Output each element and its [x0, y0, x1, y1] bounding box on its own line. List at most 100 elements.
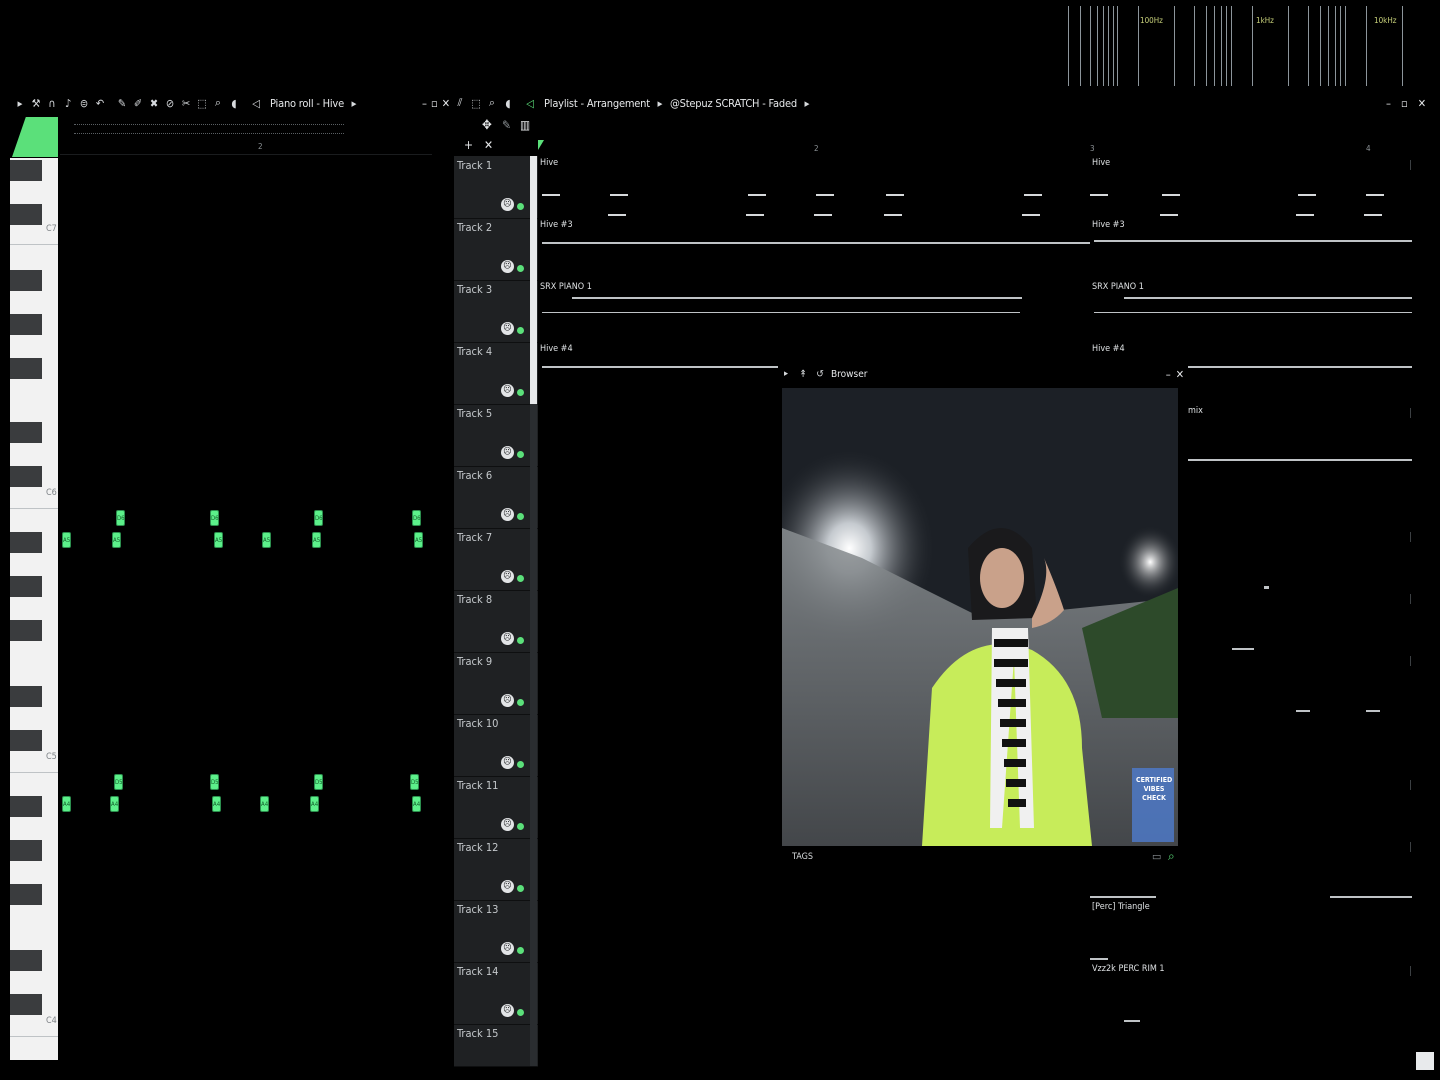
- note[interactable]: D5: [210, 774, 219, 790]
- note[interactable]: A5: [214, 532, 223, 548]
- zoom-icon[interactable]: ⌕: [212, 96, 224, 110]
- piano-keyboard[interactable]: C7 C6 C5 C4: [10, 158, 58, 1060]
- mute-face-icon[interactable]: ☹: [501, 694, 514, 707]
- clip-label[interactable]: [Perc] Triangle: [1092, 902, 1150, 912]
- note[interactable]: A4: [212, 796, 221, 812]
- mute-face-icon[interactable]: ☹: [501, 384, 514, 397]
- resize-handle[interactable]: [1416, 1052, 1434, 1070]
- pattern-selector[interactable]: @Stepuz SCRATCH - Faded: [670, 97, 797, 110]
- note[interactable]: D6: [116, 510, 125, 526]
- track-enable-led[interactable]: [517, 451, 524, 458]
- track-header[interactable]: Track 14 ☹: [454, 962, 538, 1025]
- clip-label[interactable]: Hive #3: [1092, 220, 1125, 230]
- mute-face-icon[interactable]: ☹: [501, 446, 514, 459]
- track-enable-led[interactable]: [517, 823, 524, 830]
- track-header[interactable]: Track 8 ☹: [454, 590, 538, 653]
- black-key[interactable]: [10, 840, 42, 861]
- speaker-icon[interactable]: ◁: [250, 97, 262, 110]
- pin-icon[interactable]: ↟: [797, 369, 809, 380]
- clip-label[interactable]: Hive #4: [1092, 344, 1125, 354]
- note[interactable]: A5: [414, 532, 423, 548]
- clip-label[interactable]: Hive #3: [540, 220, 573, 230]
- playback-icon[interactable]: ◖: [502, 97, 514, 110]
- track-enable-led[interactable]: [517, 265, 524, 272]
- select-icon[interactable]: ⬚: [470, 97, 482, 110]
- track-enable-led[interactable]: [517, 327, 524, 334]
- folder-icon[interactable]: ▭: [1152, 850, 1161, 863]
- delete-icon[interactable]: ✖: [148, 97, 160, 110]
- close-icon[interactable]: ✕: [484, 138, 493, 152]
- black-key[interactable]: [10, 270, 42, 291]
- mute-face-icon[interactable]: ☹: [501, 632, 514, 645]
- track-header[interactable]: Track 3 ☹: [454, 280, 538, 343]
- mute-face-icon[interactable]: ☹: [501, 818, 514, 831]
- close-button[interactable]: ✕: [442, 97, 450, 110]
- piano-roll-position-marker[interactable]: [12, 117, 58, 157]
- track-enable-led[interactable]: [517, 699, 524, 706]
- playlist-title[interactable]: Playlist - Arrangement: [544, 97, 650, 110]
- clip-label[interactable]: SRX PIANO 1: [540, 282, 592, 292]
- speaker-icon[interactable]: ◁: [524, 97, 536, 110]
- stamp-icon[interactable]: ⊜: [78, 97, 90, 110]
- magnet-icon[interactable]: ∩: [46, 97, 58, 110]
- black-key[interactable]: [10, 950, 42, 971]
- black-key[interactable]: [10, 466, 42, 487]
- note[interactable]: A4: [110, 796, 119, 812]
- browser-titlebar[interactable]: ▸ ↟ ↺ Browser – ✕: [780, 364, 1186, 384]
- black-key[interactable]: [10, 730, 42, 751]
- search-icon[interactable]: ⌕: [1168, 849, 1175, 864]
- playlist-ruler[interactable]: 2 3 4: [538, 140, 1414, 156]
- mute-face-icon[interactable]: ☹: [501, 322, 514, 335]
- maximize-button[interactable]: ▫: [431, 97, 438, 110]
- maximize-button[interactable]: ▫: [1401, 97, 1408, 110]
- pencil-icon[interactable]: ✎: [502, 118, 511, 132]
- playhead-marker[interactable]: [538, 140, 544, 150]
- track-enable-led[interactable]: [517, 885, 524, 892]
- track-enable-led[interactable]: [517, 203, 524, 210]
- slice-icon[interactable]: ✂: [180, 97, 192, 110]
- black-key[interactable]: [10, 796, 42, 817]
- black-key[interactable]: [10, 160, 42, 181]
- brush-icon[interactable]: ✐: [132, 97, 144, 110]
- note[interactable]: D5: [314, 774, 323, 790]
- paint-icon[interactable]: ⫽: [454, 96, 466, 110]
- note[interactable]: A5: [62, 532, 71, 548]
- black-key[interactable]: [10, 620, 42, 641]
- mute-face-icon[interactable]: ☹: [501, 880, 514, 893]
- note-icon[interactable]: ♪: [62, 97, 74, 110]
- move-icon[interactable]: ✥: [482, 118, 492, 133]
- piano-roll-ruler[interactable]: 2: [60, 138, 432, 155]
- mute-face-icon[interactable]: ☹: [501, 570, 514, 583]
- black-key[interactable]: [10, 994, 42, 1015]
- track-header[interactable]: Track 4 ☹: [454, 342, 538, 405]
- minimize-button[interactable]: –: [422, 97, 427, 110]
- black-key[interactable]: [10, 204, 42, 225]
- note[interactable]: A4: [260, 796, 269, 812]
- mute-icon[interactable]: ⊘: [164, 97, 176, 110]
- note[interactable]: D6: [412, 510, 421, 526]
- mute-face-icon[interactable]: ☹: [501, 942, 514, 955]
- track-header[interactable]: Track 10 ☹: [454, 714, 538, 777]
- track-header[interactable]: Track 9 ☹: [454, 652, 538, 715]
- playback-icon[interactable]: ◖: [228, 97, 240, 110]
- note[interactable]: D5: [114, 774, 123, 790]
- chevron-right-icon[interactable]: ▸: [801, 97, 813, 110]
- note[interactable]: A4: [412, 796, 421, 812]
- arrow-icon[interactable]: ▸: [780, 369, 792, 379]
- track-header[interactable]: Track 6 ☹: [454, 466, 538, 529]
- mute-face-icon[interactable]: ☹: [501, 260, 514, 273]
- black-key[interactable]: [10, 422, 42, 443]
- minimize-button[interactable]: –: [1386, 97, 1391, 110]
- track-header[interactable]: Track 1 ☹: [454, 156, 538, 219]
- black-key[interactable]: [10, 884, 42, 905]
- arrow-icon[interactable]: ▸: [14, 97, 26, 110]
- track-header[interactable]: Track 2 ☹: [454, 218, 538, 281]
- clip-label[interactable]: SRX PIANO 1: [1092, 282, 1144, 292]
- track-header[interactable]: Track 15: [454, 1024, 538, 1067]
- track-enable-led[interactable]: [517, 1009, 524, 1016]
- track-enable-led[interactable]: [517, 389, 524, 396]
- mute-face-icon[interactable]: ☹: [501, 198, 514, 211]
- track-header[interactable]: Track 5 ☹: [454, 404, 538, 467]
- black-key[interactable]: [10, 358, 42, 379]
- track-header[interactable]: Track 11 ☹: [454, 776, 538, 839]
